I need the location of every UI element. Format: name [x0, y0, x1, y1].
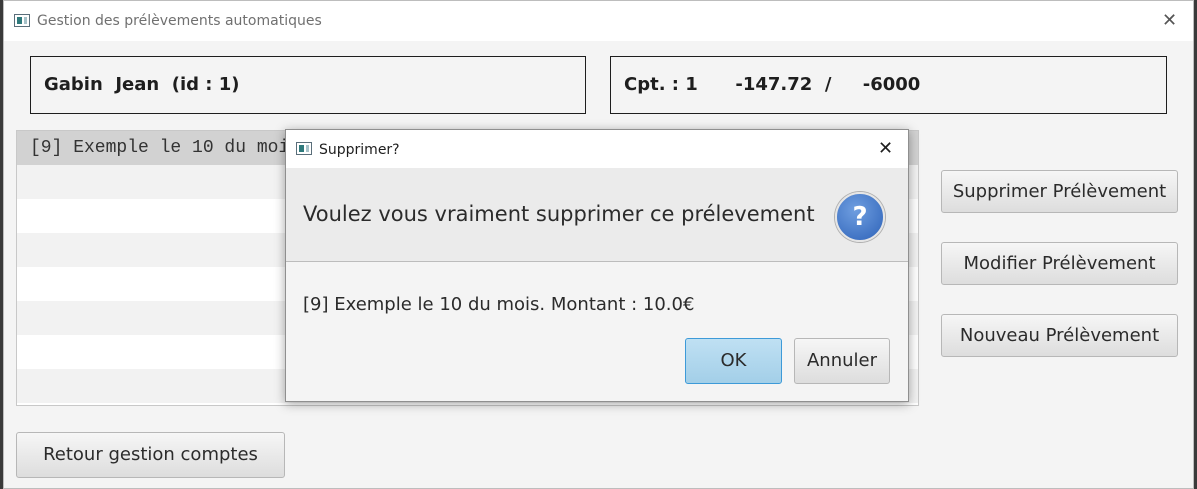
new-prelevement-button[interactable]: Nouveau Prélèvement — [941, 314, 1178, 357]
dialog-titlebar: Supprimer? ✕ — [286, 130, 908, 168]
window-title: Gestion des prélèvements automatiques — [37, 13, 322, 29]
modify-prelevement-button[interactable]: Modifier Prélèvement — [941, 242, 1178, 285]
dialog-title: Supprimer? — [319, 142, 400, 158]
dialog-header-text: Voulez vous vraiment supprimer ce prélev… — [303, 202, 815, 226]
confirm-delete-dialog: Supprimer? ✕ Voulez vous vraiment suppri… — [285, 129, 909, 402]
account-info-box: Cpt. : 1 -147.72 / -6000 — [610, 56, 1167, 114]
dialog-app-icon — [296, 142, 312, 155]
dialog-close-icon[interactable]: ✕ — [878, 140, 893, 158]
dialog-content-text: [9] Exemple le 10 du mois. Montant : 10.… — [303, 294, 695, 315]
ok-button[interactable]: OK — [685, 338, 782, 384]
dialog-header: Voulez vous vraiment supprimer ce prélev… — [286, 168, 908, 262]
app-icon — [14, 14, 30, 27]
cancel-button[interactable]: Annuler — [794, 338, 890, 384]
back-to-accounts-button[interactable]: Retour gestion comptes — [16, 432, 285, 478]
client-info-box: Gabin Jean (id : 1) — [30, 56, 586, 114]
window-close-icon[interactable]: ✕ — [1162, 12, 1177, 30]
window-titlebar: Gestion des prélèvements automatiques ✕ — [4, 1, 1193, 41]
delete-prelevement-button[interactable]: Supprimer Prélèvement — [941, 170, 1178, 213]
question-icon: ? — [835, 192, 885, 242]
